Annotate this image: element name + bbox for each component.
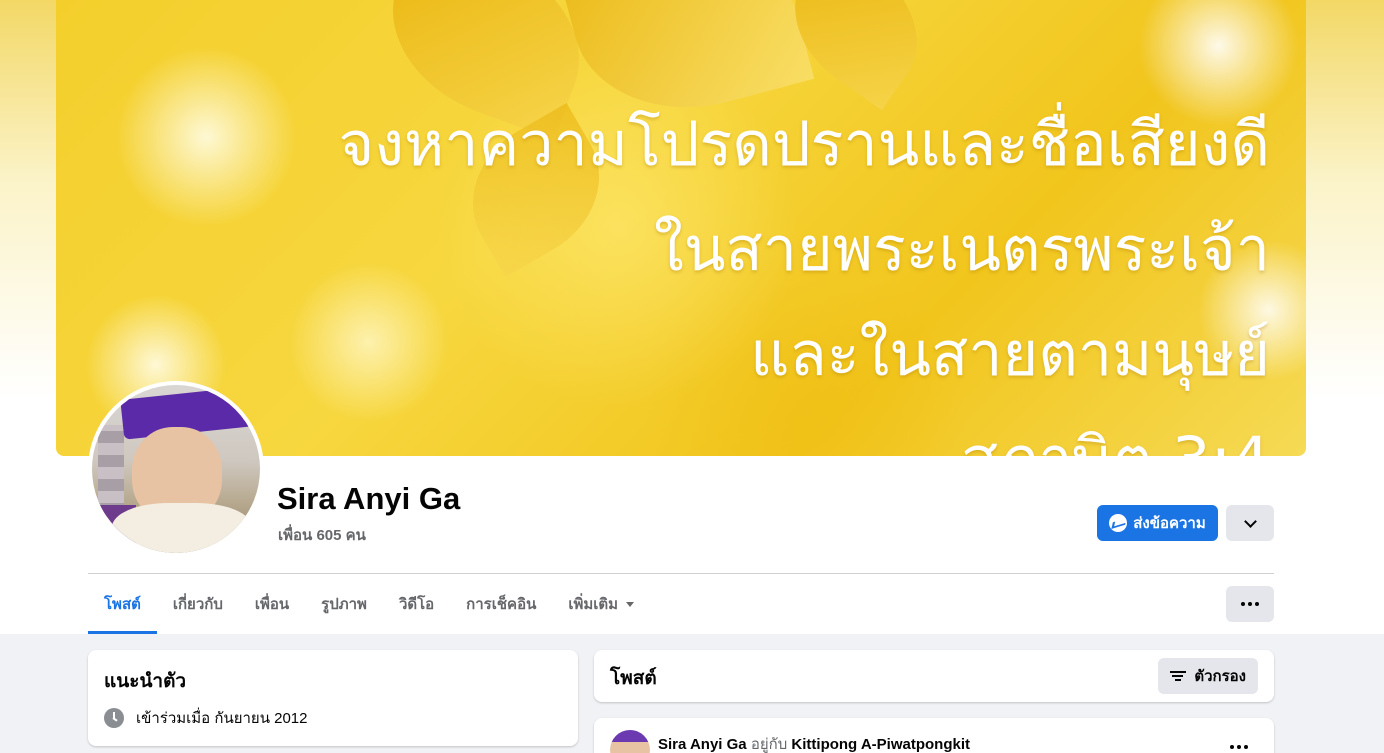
profile-name: Sira Anyi Ga (277, 481, 461, 516)
intro-card: แนะนำตัว เข้าร่วมเมื่อ กันยายน 2012 (88, 650, 578, 746)
tab-label: โพสต์ (104, 596, 141, 613)
tab-checkins[interactable]: การเช็คอิน (450, 574, 552, 634)
more-icon (1241, 602, 1245, 606)
profile-tabs: โพสต์ เกี่ยวกับ เพื่อน รูปภาพ วิดีโอ การ… (88, 574, 650, 634)
post-card: Sira Anyi Ga อยู่กับ Kittipong A-Piwatpo… (594, 718, 1274, 753)
chevron-down-icon (1243, 514, 1257, 528)
cover-text-line: จงหาความโปรดปรานและชื่อเสียงดี (338, 109, 1270, 180)
clock-icon (104, 708, 124, 728)
filter-button[interactable]: ตัวกรอง (1158, 658, 1258, 694)
tab-label: วิดีโอ (398, 596, 435, 613)
more-icon (1230, 745, 1234, 749)
posts-header-card: โพสต์ ตัวกรอง (594, 650, 1274, 702)
more-icon (1248, 602, 1252, 606)
joined-text: เข้าร่วมเมื่อ กันยายน 2012 (136, 710, 308, 727)
cover-text: จงหาความโปรดปรานและชื่อเสียงดี ในสายพระเ… (120, 92, 1270, 456)
more-icon (1244, 745, 1248, 749)
tab-friends[interactable]: เพื่อน (239, 574, 305, 634)
more-icon (1255, 602, 1259, 606)
cover-text-line: และในสายตามนุษย์ (750, 319, 1270, 390)
avatar-detail (112, 503, 252, 553)
messenger-icon (1109, 514, 1128, 532)
cover-text-line: ในสายพระเนตรพระเจ้า (654, 214, 1270, 285)
post-tagged-link[interactable]: Kittipong A-Piwatpongkit (791, 736, 970, 753)
tab-label: เกี่ยวกับ (172, 596, 223, 613)
posts-title: โพสต์ (610, 668, 657, 689)
tab-label: เพิ่มเติม (568, 596, 619, 613)
post-author-avatar[interactable] (610, 730, 650, 753)
tab-more[interactable]: เพิ่มเติม (552, 574, 650, 634)
more-icon (1237, 745, 1241, 749)
more-options-button[interactable] (1226, 586, 1274, 622)
tab-label: การเช็คอิน (466, 596, 537, 613)
post-header: Sira Anyi Ga อยู่กับ Kittipong A-Piwatpo… (658, 732, 970, 753)
post-with-text: อยู่กับ (750, 736, 788, 753)
profile-avatar[interactable] (88, 381, 264, 557)
send-message-label: ส่งข้อความ (1133, 515, 1206, 532)
tab-videos[interactable]: วิดีโอ (383, 574, 450, 634)
send-message-button[interactable]: ส่งข้อความ (1097, 505, 1218, 541)
tab-about[interactable]: เกี่ยวกับ (157, 574, 239, 634)
tab-photos[interactable]: รูปภาพ (305, 574, 383, 634)
tab-label: รูปภาพ (321, 596, 367, 613)
friends-count[interactable]: เพื่อน 605 คน (278, 523, 366, 547)
filter-label: ตัวกรอง (1194, 668, 1246, 685)
post-author-link[interactable]: Sira Anyi Ga (658, 736, 747, 753)
avatar-detail (98, 425, 124, 515)
caret-down-icon (626, 601, 635, 607)
intro-title: แนะนำตัว (104, 671, 187, 692)
tab-posts[interactable]: โพสต์ (88, 574, 157, 634)
tab-label: เพื่อน (254, 596, 290, 613)
avatar-image (92, 385, 260, 553)
post-more-button[interactable] (1230, 745, 1248, 749)
joined-row: เข้าร่วมเมื่อ กันยายน 2012 (104, 706, 308, 730)
cover-text-line: สุภาษิต 3:4 (120, 407, 1270, 456)
profile-options-button[interactable] (1226, 505, 1274, 541)
filter-icon (1170, 670, 1187, 682)
